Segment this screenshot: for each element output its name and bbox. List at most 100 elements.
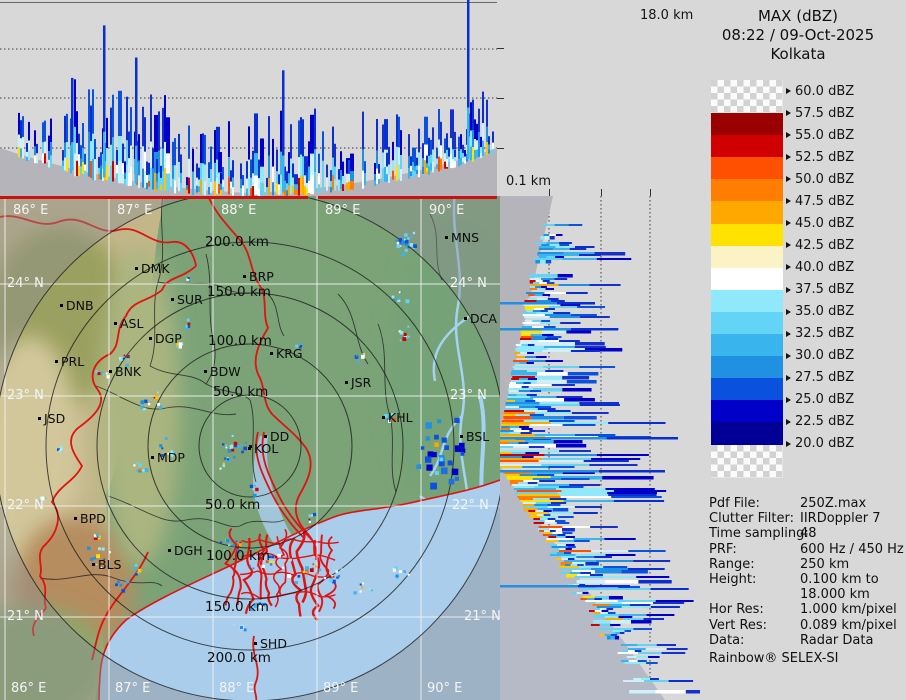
echo-cell [108, 567, 110, 569]
profile-bar [202, 180, 204, 194]
echo-cell [448, 461, 453, 466]
profile-bar [566, 536, 575, 538]
height-axis-tick [497, 48, 504, 49]
profile-bar [278, 190, 280, 195]
profile-bar [200, 134, 202, 163]
profile-bar [520, 352, 527, 354]
profile-bar [552, 546, 559, 548]
profile-bar [424, 117, 428, 145]
profile-bar [448, 148, 450, 157]
profile-bar [410, 166, 412, 171]
echo-cell [335, 570, 338, 573]
profile-bar [392, 160, 394, 170]
profile-bar [530, 396, 556, 398]
profile-bar [566, 548, 572, 550]
profile-bar [557, 544, 566, 546]
profile-bar [567, 380, 597, 384]
profile-bar [280, 152, 282, 175]
profile-bar [571, 564, 578, 566]
profile-bar [540, 260, 546, 264]
profile-bar [566, 292, 588, 294]
profile-bar [572, 412, 609, 414]
profile-bar [562, 258, 597, 260]
dbz-scale-label: 35.0 dBZ [786, 304, 854, 320]
profile-bar [620, 632, 625, 634]
info-label: Clutter Filter: [709, 511, 800, 526]
product-info-rows: Pdf File:250Z.maxClutter Filter:IIRDoppl… [709, 496, 905, 648]
echo-cell [222, 443, 224, 445]
profile-bar [464, 160, 466, 163]
profile-bar [575, 346, 606, 348]
echo-cell [262, 565, 265, 568]
scale-arrow-icon [786, 198, 791, 204]
profile-bar [80, 145, 82, 159]
echo-cell [454, 418, 459, 423]
profile-bar [544, 532, 553, 534]
profile-bar [28, 141, 30, 151]
profile-bar [486, 142, 488, 155]
profile-bar [559, 486, 584, 488]
echo-cell [259, 557, 261, 559]
profile-bar [204, 165, 206, 182]
echo-cell [360, 591, 362, 593]
profile-bar [338, 169, 340, 180]
echo-cell [126, 580, 130, 584]
profile-bar [549, 234, 556, 236]
echo-cell [399, 291, 401, 293]
profile-bar [523, 502, 536, 504]
profile-bar [272, 182, 274, 195]
profile-bar [500, 432, 510, 434]
echo-cell [98, 372, 101, 375]
scale-arrow-icon [786, 353, 791, 359]
profile-bar [527, 362, 534, 364]
echo-cell [244, 628, 247, 631]
profile-bar [174, 165, 176, 180]
profile-bar [398, 147, 400, 164]
echo-cell [139, 468, 142, 471]
profile-bar [637, 644, 656, 646]
profile-bar [510, 480, 524, 482]
echo-cell [371, 590, 373, 592]
profile-bar [248, 178, 250, 194]
profile-bar [202, 133, 204, 163]
profile-bar [340, 181, 342, 190]
profile-bar [560, 322, 580, 324]
profile-bar [26, 143, 28, 152]
profile-bar [564, 416, 597, 420]
profile-bar [310, 115, 314, 154]
profile-bar [178, 134, 180, 162]
profile-bar [618, 600, 656, 602]
profile-bar [378, 179, 380, 184]
profile-bar [148, 181, 150, 187]
scale-arrow-icon [786, 110, 791, 116]
profile-bar [80, 167, 82, 174]
echo-cell [121, 589, 125, 593]
echo-cell [188, 323, 191, 326]
profile-bar [166, 174, 170, 191]
profile-bar [332, 158, 334, 175]
profile-bar [533, 398, 564, 402]
profile-bar [396, 114, 398, 146]
profile-bar [600, 624, 610, 626]
profile-bar [66, 158, 68, 172]
echo-cell [226, 447, 228, 449]
profile-bar [570, 572, 581, 574]
echo-cell [425, 456, 431, 462]
profile-bar [422, 167, 424, 174]
echo-cell [133, 567, 136, 570]
profile-bar [579, 254, 601, 256]
profile-bar [527, 352, 534, 354]
profile-spike [500, 437, 607, 440]
profile-bar [521, 432, 532, 434]
dbz-value-label: 57.5 dBZ [795, 106, 854, 121]
profile-bar [288, 173, 290, 185]
profile-bar [593, 620, 611, 624]
echo-cell [403, 570, 406, 573]
profile-bar [540, 236, 544, 240]
profile-bar [422, 143, 424, 158]
profile-bar [288, 152, 290, 173]
profile-bar [516, 414, 530, 416]
dbz-scale-label: 52.5 dBZ [786, 149, 854, 165]
profile-bar [525, 320, 533, 322]
echo-cell [329, 578, 333, 582]
